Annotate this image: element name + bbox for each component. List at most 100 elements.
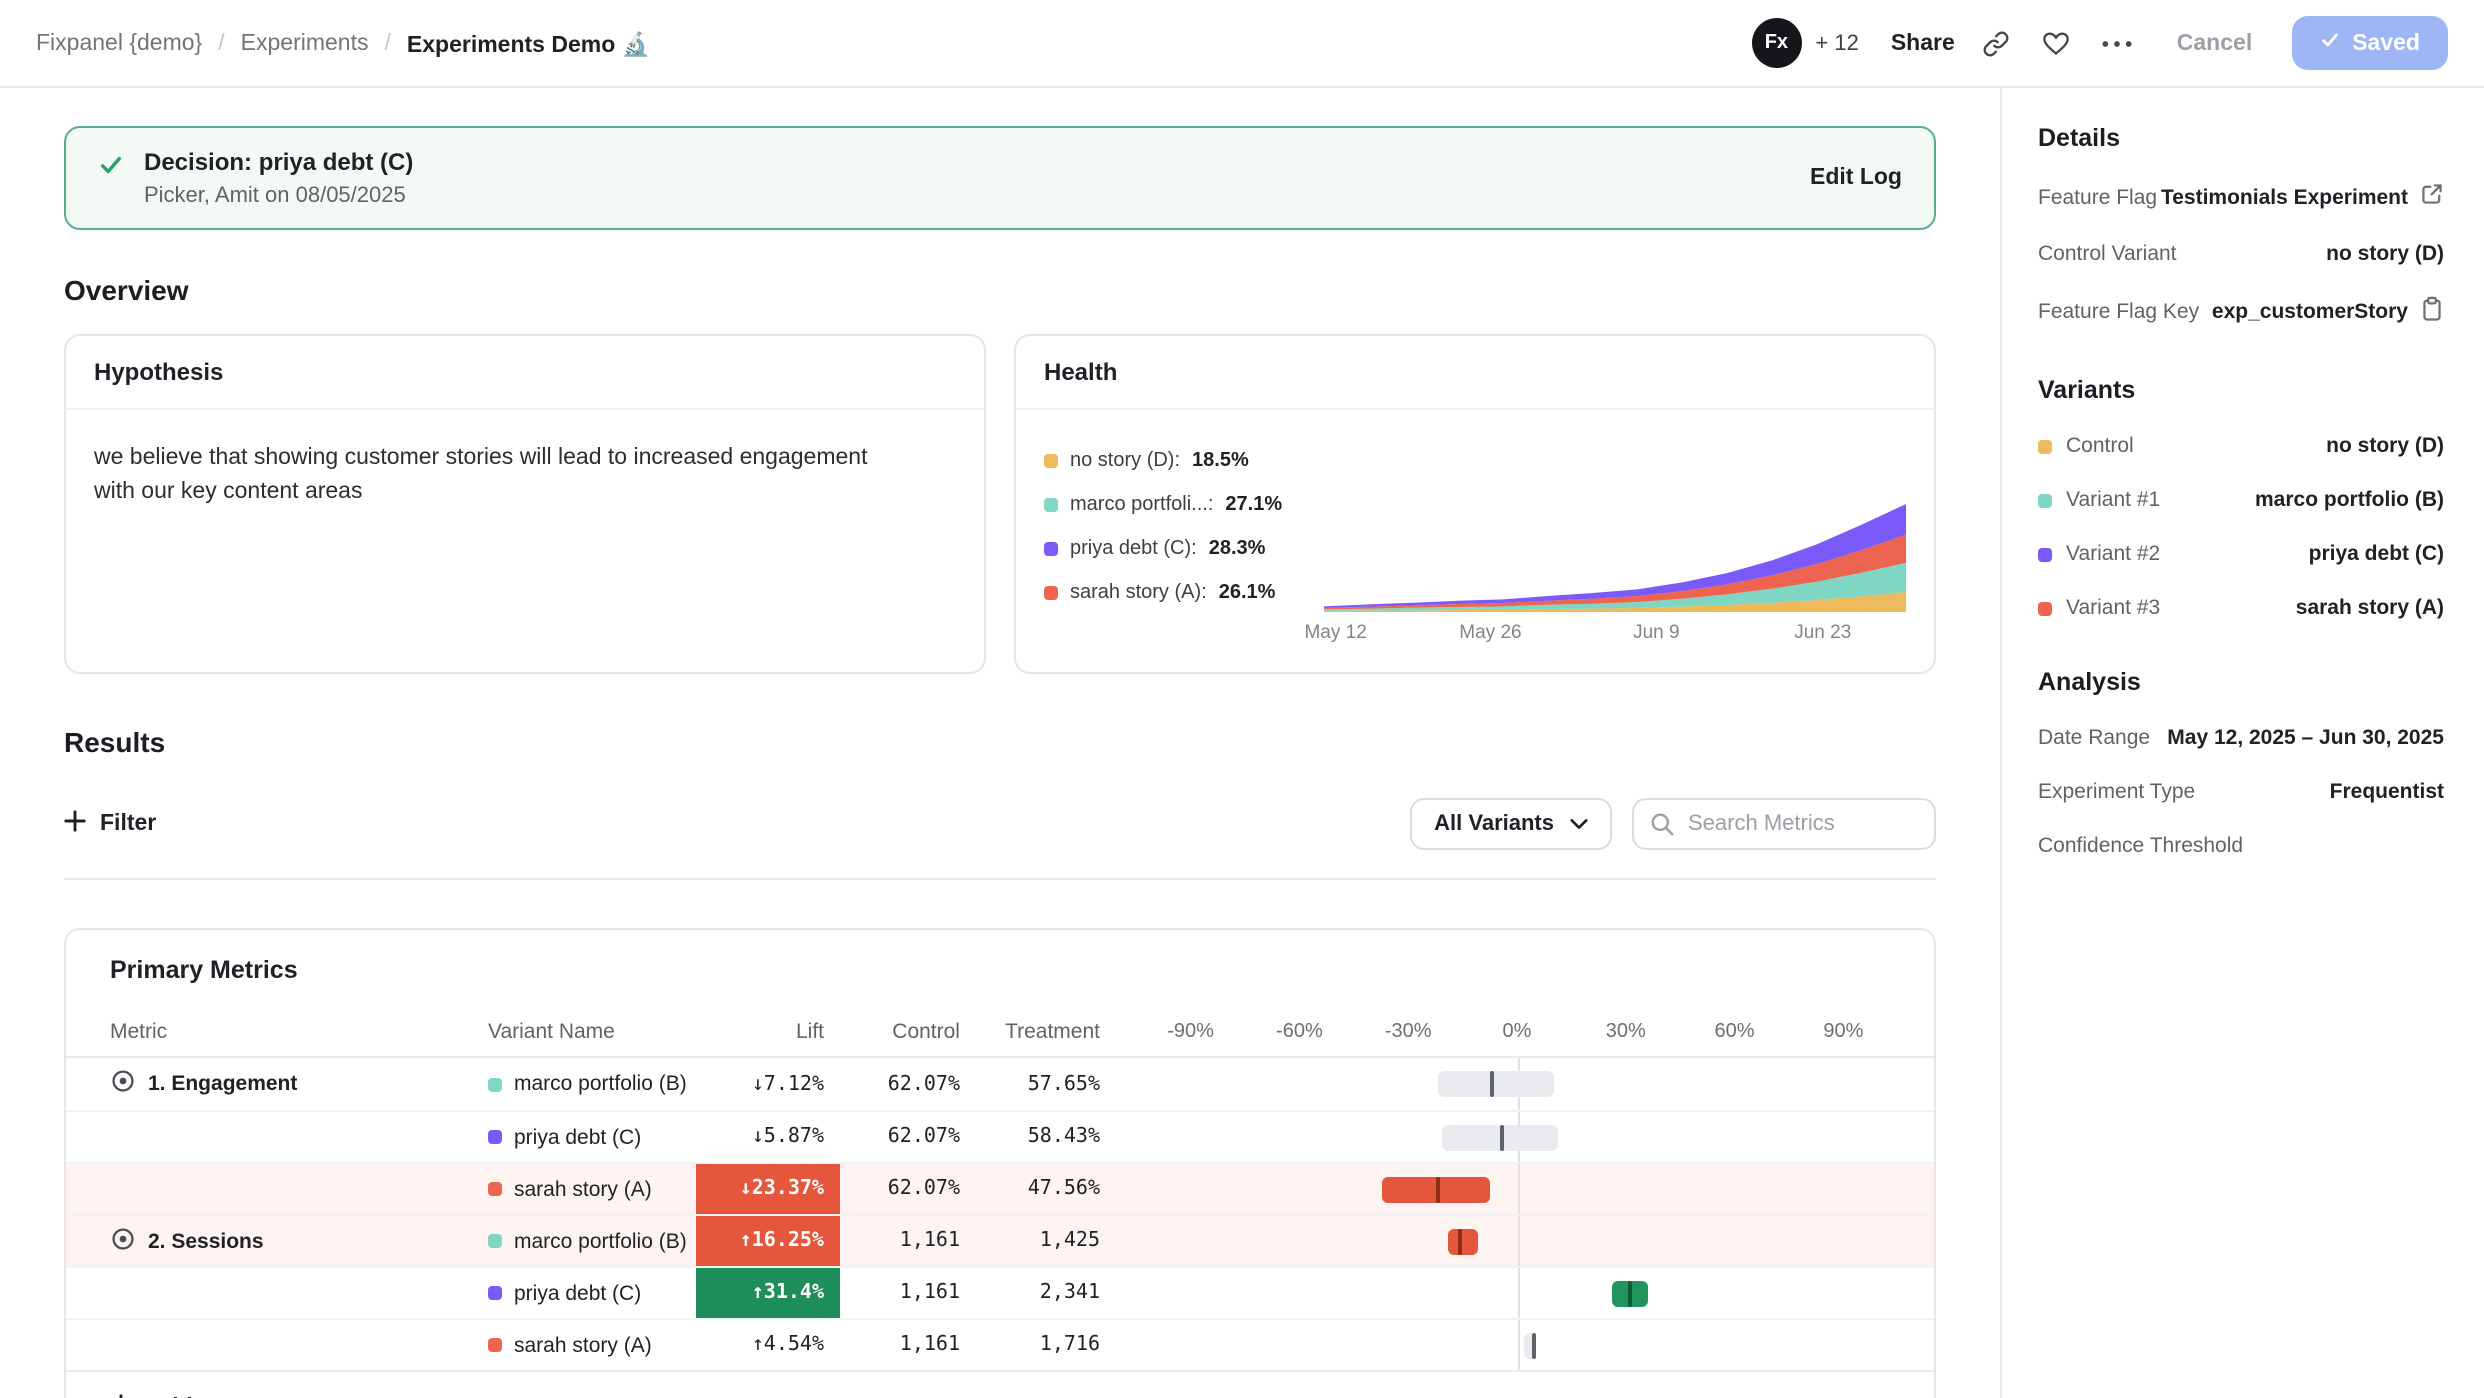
breadcrumb-separator: /: [218, 31, 224, 55]
topbar-actions: Fx + 12 Share Cancel: [1751, 16, 2448, 70]
plus-icon: [64, 810, 86, 838]
confidence-threshold-row: Confidence Threshold: [2038, 834, 2444, 858]
avatar[interactable]: Fx: [1751, 18, 1801, 68]
ci-bar: [1448, 1228, 1479, 1254]
check-icon: [2320, 30, 2340, 56]
feature-flag-row: Feature Flag Testimonials Experiment: [2038, 182, 2444, 212]
ci-bar: [1437, 1071, 1553, 1097]
breadcrumb-project[interactable]: Fixpanel {demo}: [36, 31, 202, 55]
feature-flag-key-value: exp_customerStory: [2212, 296, 2444, 328]
treatment-value: 2,341: [960, 1282, 1100, 1304]
lift-axis-cell: [1100, 1058, 1934, 1110]
experiment-type-label: Experiment Type: [2038, 780, 2195, 804]
feature-flag-value[interactable]: Testimonials Experiment: [2161, 182, 2444, 212]
legend-label: marco portfoli...:: [1070, 494, 1213, 516]
confidence-threshold-label: Confidence Threshold: [2038, 834, 2243, 858]
table-row[interactable]: 1. Engagement marco portfolio (B) ↓7.12%…: [66, 1058, 1934, 1110]
variant-name: marco portfolio (B): [514, 1072, 687, 1096]
favorite-heart-icon[interactable]: [2039, 26, 2075, 60]
variants-section: Variants Control no story (D) Variant #1…: [2038, 376, 2444, 620]
table-row[interactable]: priya debt (C) ↑31.4% 1,161 2,341: [66, 1266, 1934, 1318]
details-sidebar: Details Feature Flag Testimonials Experi…: [2000, 88, 2484, 1398]
add-filter-button[interactable]: Filter: [64, 810, 156, 838]
variant-3-value: sarah story (A): [2296, 596, 2444, 620]
lift-cell: ↑31.4%: [696, 1268, 840, 1318]
col-lift: Lift: [696, 1006, 840, 1056]
collaborators-count[interactable]: + 12: [1815, 31, 1858, 55]
plus-icon: [110, 1394, 132, 1398]
add-metric-button[interactable]: Add: [66, 1370, 1934, 1398]
lift-axis-cell: [1100, 1320, 1934, 1370]
results-toolbar: Filter All Variants: [64, 782, 1936, 880]
col-control: Control: [840, 1019, 960, 1043]
variant-1-label: Variant #1: [2038, 488, 2160, 512]
lift-axis-cell: [1100, 1112, 1934, 1162]
more-options-icon[interactable]: [2099, 35, 2137, 51]
lift-axis-cell: [1100, 1268, 1934, 1318]
variant-name: marco portfolio (B): [514, 1229, 687, 1253]
table-row[interactable]: sarah story (A) ↑4.54% 1,161 1,716: [66, 1318, 1934, 1370]
variant-2-label: Variant #2: [2038, 542, 2160, 566]
table-row[interactable]: priya debt (C) ↓5.87% 62.07% 58.43%: [66, 1110, 1934, 1162]
col-variant-name: Variant Name: [436, 1019, 696, 1043]
variant-row: Variant #2 priya debt (C): [2038, 542, 2444, 566]
legend-value: 26.1%: [1219, 582, 1276, 604]
control-value: 1,161: [840, 1334, 960, 1356]
health-card-title: Health: [1016, 336, 1934, 410]
variant-dot: [2038, 439, 2052, 453]
search-metrics-input[interactable]: [1632, 798, 1936, 850]
breadcrumb-current-page[interactable]: Experiments Demo 🔬: [407, 29, 650, 57]
share-button[interactable]: Share: [1891, 31, 1955, 55]
variant-dot: [488, 1077, 502, 1091]
variant-1-value: marco portfolio (B): [2255, 488, 2444, 512]
edit-log-button[interactable]: Edit Log: [1810, 166, 1902, 190]
date-range-value: May 12, 2025 – Jun 30, 2025: [2167, 726, 2444, 750]
col-treatment: Treatment: [960, 1019, 1100, 1043]
axis-tick-label: -90%: [1167, 1020, 1214, 1042]
analysis-section: Analysis Date Range May 12, 2025 – Jun 3…: [2038, 668, 2444, 858]
col-metric: Metric: [66, 1019, 436, 1043]
decision-title: Decision: priya debt (C): [144, 148, 413, 176]
legend-item: marco portfoli...: 27.1%: [1044, 494, 1308, 516]
legend-label: no story (D):: [1070, 450, 1180, 472]
treatment-value: 1,716: [960, 1334, 1100, 1356]
health-card: Health no story (D): 18.5% marco portfol…: [1014, 334, 1936, 674]
experiment-type-row: Experiment Type Frequentist: [2038, 780, 2444, 804]
date-range-label: Date Range: [2038, 726, 2150, 750]
copy-clipboard-icon[interactable]: [2420, 296, 2444, 328]
legend-value: 27.1%: [1225, 494, 1282, 516]
ci-point-tick: [1459, 1228, 1463, 1254]
legend-label: sarah story (A):: [1070, 582, 1207, 604]
bullseye-icon: [110, 1225, 136, 1257]
x-tick-label: Jun 23: [1794, 622, 1851, 644]
ci-bar: [1443, 1124, 1559, 1150]
saved-button[interactable]: Saved: [2292, 16, 2448, 70]
control-value: 62.07%: [840, 1073, 960, 1095]
variant-dot: [2038, 493, 2052, 507]
legend-value: 28.3%: [1209, 538, 1266, 560]
primary-metrics-card: Primary Metrics Metric Variant Name Lift…: [64, 928, 1936, 1398]
variant-name: priya debt (C): [514, 1125, 641, 1149]
breadcrumb-experiments[interactable]: Experiments: [241, 31, 369, 55]
control-value: 1,161: [840, 1230, 960, 1252]
bullseye-icon: [110, 1068, 136, 1100]
details-section: Details Feature Flag Testimonials Experi…: [2038, 124, 2444, 328]
external-link-icon[interactable]: [2420, 182, 2444, 212]
cancel-button[interactable]: Cancel: [2161, 19, 2268, 67]
chevron-down-icon: [1570, 812, 1588, 836]
lift-cell: ↓5.87%: [696, 1112, 840, 1162]
variant-name: sarah story (A): [514, 1177, 652, 1201]
health-legend: no story (D): 18.5% marco portfoli...: 2…: [1044, 434, 1308, 648]
main-content: Decision: priya debt (C) Picker, Amit on…: [0, 88, 2000, 1398]
variants-dropdown[interactable]: All Variants: [1410, 798, 1612, 850]
table-row[interactable]: sarah story (A) ↓23.37% 62.07% 47.56%: [66, 1162, 1934, 1214]
variant-dot: [488, 1234, 502, 1248]
hypothesis-card-title: Hypothesis: [66, 336, 984, 410]
copy-link-icon[interactable]: [1979, 25, 2015, 61]
lift-cell: ↓23.37%: [696, 1164, 840, 1214]
treatment-value: 47.56%: [960, 1178, 1100, 1200]
check-icon: [98, 152, 124, 184]
variant-row: Variant #1 marco portfolio (B): [2038, 488, 2444, 512]
variant-row: Control no story (D): [2038, 434, 2444, 458]
table-row[interactable]: 2. Sessions marco portfolio (B) ↑16.25% …: [66, 1214, 1934, 1266]
